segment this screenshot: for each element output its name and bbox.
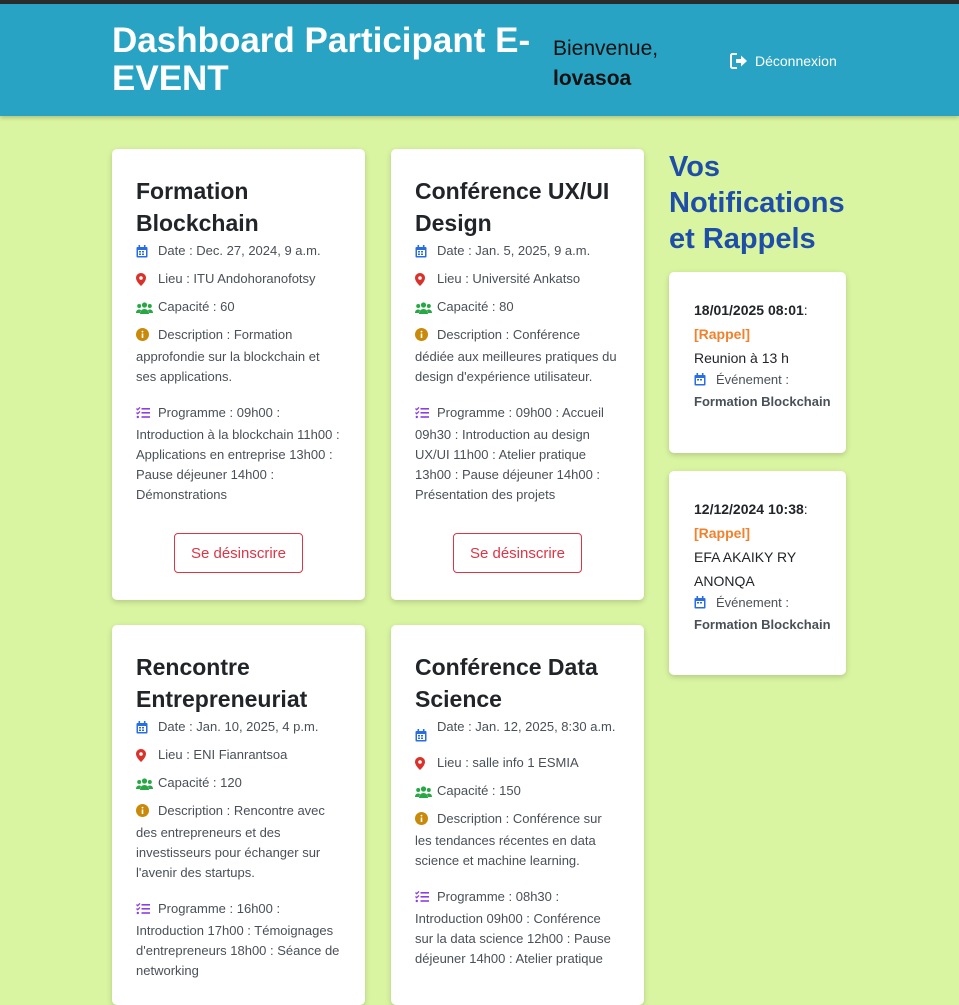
- welcome-message: Bienvenue, lovasoa: [553, 34, 703, 94]
- notification-date: 18/01/2025 08:01: [694, 302, 804, 318]
- event-capacity-text: Capacité : 150: [437, 783, 521, 798]
- event-program: Programme : 09h00 : Introduction à la bl…: [136, 403, 341, 505]
- event-location: Lieu : salle info 1 ESMIA: [415, 753, 620, 776]
- event-program: Programme : 16h00 : Introduction 17h00 :…: [136, 899, 341, 981]
- unsubscribe-button[interactable]: Se désinscrire: [453, 533, 582, 573]
- users-icon: [415, 781, 437, 804]
- users-icon: [136, 773, 158, 796]
- event-location-text: Lieu : salle info 1 ESMIA: [437, 755, 579, 770]
- top-header: Dashboard Participant E-EVENT Bienvenue,…: [0, 4, 959, 116]
- sign-out-icon: [730, 53, 747, 69]
- event-capacity-text: Capacité : 60: [158, 299, 235, 314]
- notification-message: EFA AKAIKY RY ANONQA: [694, 549, 796, 589]
- event-description-text: Description : Conférence dédiée aux meil…: [415, 327, 617, 384]
- calendar-icon: [136, 717, 158, 740]
- event-description-text: Description : Formation approfondie sur …: [136, 327, 320, 384]
- event-location: Lieu : ITU Andohoranofotsy: [136, 269, 341, 292]
- page-title: Dashboard Participant E-EVENT: [112, 21, 531, 98]
- info-circle-icon: [136, 803, 158, 823]
- event-capacity: Capacité : 80: [415, 297, 620, 320]
- event-location: Lieu : Université Ankatso: [415, 269, 620, 292]
- event-date-text: Date : Dec. 27, 2024, 9 a.m.: [158, 243, 321, 258]
- list-check-icon: [136, 405, 158, 425]
- event-date: Date : Jan. 12, 2025, 8:30 a.m.: [415, 717, 620, 748]
- map-marker-icon: [415, 269, 437, 292]
- event-program: Programme : 08h30 : Introduction 09h00 :…: [415, 887, 620, 969]
- notification-separator: :: [803, 302, 808, 318]
- notification-card: 18/01/2025 08:01: [Rappel] Reunion à 13 …: [669, 272, 846, 453]
- event-card: Rencontre Entrepreneuriat Date : Jan. 10…: [112, 625, 365, 1005]
- notification-separator: :: [803, 501, 808, 517]
- notifications-heading: Vos Notifications et Rappels: [669, 151, 845, 255]
- notification-event-name: Formation Blockchain: [694, 617, 831, 632]
- event-title: Formation Blockchain: [136, 178, 259, 236]
- event-date: Date : Jan. 5, 2025, 9 a.m.: [415, 241, 620, 264]
- event-description: Description : Rencontre avec des entrepr…: [136, 801, 341, 883]
- calendar-icon: [415, 717, 437, 748]
- calendar-icon: [415, 241, 437, 264]
- calendar-icon: [694, 595, 716, 615]
- users-icon: [415, 297, 437, 320]
- map-marker-icon: [136, 745, 158, 768]
- event-program-text: Programme : 16h00 : Introduction 17h00 :…: [136, 901, 340, 978]
- event-location-text: Lieu : Université Ankatso: [437, 271, 581, 286]
- event-title: Conférence UX/UI Design: [415, 178, 610, 236]
- notification-event: Événement : Formation Blockchain: [694, 370, 832, 412]
- event-date-text: Date : Jan. 10, 2025, 4 p.m.: [158, 719, 319, 734]
- event-title: Rencontre Entrepreneuriat: [136, 654, 308, 712]
- event-description: Description : Formation approfondie sur …: [136, 325, 341, 387]
- notification-message: Reunion à 13 h: [694, 350, 789, 366]
- event-description: Description : Conférence sur les tendanc…: [415, 809, 620, 871]
- users-icon: [136, 297, 158, 320]
- info-circle-icon: [415, 811, 437, 831]
- event-location-text: Lieu : ENI Fianrantsoa: [158, 747, 288, 762]
- list-check-icon: [415, 405, 437, 425]
- event-location-text: Lieu : ITU Andohoranofotsy: [158, 271, 316, 286]
- notification-event-label: Événement :: [716, 372, 789, 387]
- unsubscribe-button[interactable]: Se désinscrire: [174, 533, 303, 573]
- event-description-text: Description : Conférence sur les tendanc…: [415, 811, 602, 868]
- event-date-text: Date : Jan. 12, 2025, 8:30 a.m.: [437, 719, 616, 734]
- event-card: Formation Blockchain Date : Dec. 27, 202…: [112, 149, 365, 600]
- event-program-text: Programme : 08h30 : Introduction 09h00 :…: [415, 889, 611, 966]
- list-check-icon: [136, 901, 158, 921]
- event-description-text: Description : Rencontre avec des entrepr…: [136, 803, 325, 880]
- list-check-icon: [415, 889, 437, 909]
- event-program-text: Programme : 09h00 : Introduction à la bl…: [136, 405, 340, 502]
- username: lovasoa: [553, 67, 632, 90]
- logout-link[interactable]: Déconnexion: [730, 52, 837, 70]
- notification-event-label: Événement :: [716, 595, 789, 610]
- info-circle-icon: [136, 327, 158, 347]
- welcome-text: Bienvenue,: [553, 37, 659, 60]
- event-capacity-text: Capacité : 80: [437, 299, 514, 314]
- event-program-text: Programme : 09h00 : Accueil 09h30 : Intr…: [415, 405, 604, 502]
- event-date: Date : Dec. 27, 2024, 9 a.m.: [136, 241, 341, 264]
- event-program: Programme : 09h00 : Accueil 09h30 : Intr…: [415, 403, 620, 505]
- calendar-icon: [136, 241, 158, 264]
- event-card: Conférence UX/UI Design Date : Jan. 5, 2…: [391, 149, 644, 600]
- event-capacity: Capacité : 120: [136, 773, 341, 796]
- logout-label: Déconnexion: [755, 53, 837, 69]
- notification-date: 12/12/2024 10:38: [694, 501, 804, 517]
- notification-event: Événement : Formation Blockchain: [694, 593, 832, 635]
- event-location: Lieu : ENI Fianrantsoa: [136, 745, 341, 768]
- event-capacity: Capacité : 60: [136, 297, 341, 320]
- map-marker-icon: [415, 753, 437, 776]
- event-description: Description : Conférence dédiée aux meil…: [415, 325, 620, 387]
- event-date: Date : Jan. 10, 2025, 4 p.m.: [136, 717, 341, 740]
- map-marker-icon: [136, 269, 158, 292]
- event-capacity-text: Capacité : 120: [158, 775, 242, 790]
- info-circle-icon: [415, 327, 437, 347]
- event-capacity: Capacité : 150: [415, 781, 620, 804]
- notification-event-name: Formation Blockchain: [694, 394, 831, 409]
- notification-card: 12/12/2024 10:38: [Rappel] EFA AKAIKY RY…: [669, 471, 846, 675]
- calendar-icon: [694, 372, 716, 392]
- event-card: Conférence Data Science Date : Jan. 12, …: [391, 625, 644, 1005]
- event-date-text: Date : Jan. 5, 2025, 9 a.m.: [437, 243, 591, 258]
- rappel-tag: [Rappel]: [694, 525, 750, 541]
- event-title: Conférence Data Science: [415, 654, 598, 712]
- rappel-tag: [Rappel]: [694, 326, 750, 342]
